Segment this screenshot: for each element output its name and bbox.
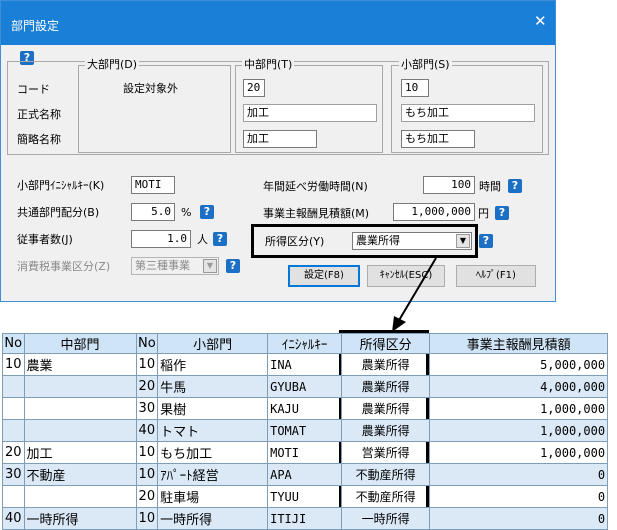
header-no[interactable]: No	[2, 333, 25, 354]
cell-owner-reward: 5,000,000	[429, 353, 609, 376]
header-shobumon[interactable]: 小部門	[157, 333, 269, 354]
cell-income-class: 不動産所得	[341, 463, 431, 486]
cell-no: 30	[2, 463, 25, 486]
cell-no	[2, 485, 25, 508]
cell-no: 20	[2, 441, 25, 464]
cell-income-class: 農業所得	[341, 353, 431, 376]
cell-sub-no: 30	[135, 397, 159, 420]
cell-owner-reward: 4,000,000	[429, 375, 609, 398]
cell-no	[2, 375, 25, 398]
table-row[interactable]: 30 果樹 KAJU 農業所得 1,000,000	[2, 397, 609, 420]
table-row[interactable]: 30 不動産 10 ｱﾊﾟｰﾄ経営 APA 不動産所得 0	[2, 463, 609, 486]
cell-no: 40	[2, 507, 25, 530]
cell-owner-reward: 0	[429, 485, 609, 508]
cell-chubumon	[23, 375, 137, 398]
cell-shobumon: 牛馬	[157, 375, 269, 398]
table-row[interactable]: 20 加工 10 もち加工 MOTI 営業所得 1,000,000	[2, 441, 609, 464]
cell-sub-no: 20	[135, 485, 159, 508]
cell-chubumon: 不動産	[23, 463, 137, 486]
cell-no: 10	[2, 353, 25, 376]
table-row[interactable]: 20 牛馬 GYUBA 農業所得 4,000,000	[2, 375, 609, 398]
header-income-class[interactable]: 所得区分	[341, 333, 431, 354]
cell-chubumon: 加工	[23, 441, 137, 464]
cell-income-class: 一時所得	[341, 507, 431, 530]
cell-sub-no: 10	[135, 507, 159, 530]
header-initial[interactable]: ｲﾆｼｬﾙｷｰ	[267, 333, 343, 354]
table-row[interactable]: 10 農業 10 稲作 INA 農業所得 5,000,000	[2, 353, 609, 376]
cell-chubumon	[23, 419, 137, 442]
cell-income-class: 農業所得	[341, 397, 431, 420]
cell-sub-no: 10	[135, 441, 159, 464]
header-chubumon[interactable]: 中部門	[23, 333, 137, 354]
cell-chubumon: 農業	[23, 353, 137, 376]
table-row[interactable]: 20 駐車場 TYUU 不動産所得 0	[2, 485, 609, 508]
cell-initial: MOTI	[267, 441, 343, 464]
cell-income-class: 営業所得	[341, 441, 431, 464]
cell-no	[2, 419, 25, 442]
cell-owner-reward: 1,000,000	[429, 419, 609, 442]
cell-shobumon: ｱﾊﾟｰﾄ経営	[157, 463, 269, 486]
cell-initial: GYUBA	[267, 375, 343, 398]
cell-no	[2, 397, 25, 420]
cell-initial: INA	[267, 353, 343, 376]
department-table: No 中部門 No 小部門 ｲﾆｼｬﾙｷｰ 所得区分 事業主報酬見積額 10 農…	[2, 333, 609, 530]
cell-chubumon	[23, 485, 137, 508]
cell-initial: APA	[267, 463, 343, 486]
cell-initial: TYUU	[267, 485, 343, 508]
cell-owner-reward: 0	[429, 463, 609, 486]
cell-sub-no: 10	[135, 463, 159, 486]
cell-owner-reward: 1,000,000	[429, 397, 609, 420]
table-row[interactable]: 40 一時所得 10 一時所得 ITIJI 一時所得 0	[2, 507, 609, 530]
cell-shobumon: もち加工	[157, 441, 269, 464]
cell-income-class: 不動産所得	[341, 485, 431, 508]
cell-sub-no: 20	[135, 375, 159, 398]
cell-shobumon: 稲作	[157, 353, 269, 376]
cell-shobumon: 一時所得	[157, 507, 269, 530]
cell-owner-reward: 0	[429, 507, 609, 530]
cell-initial: TOMAT	[267, 419, 343, 442]
cell-chubumon: 一時所得	[23, 507, 137, 530]
cell-initial: KAJU	[267, 397, 343, 420]
cell-shobumon: 果樹	[157, 397, 269, 420]
cell-chubumon	[23, 397, 137, 420]
cell-income-class: 農業所得	[341, 419, 431, 442]
cell-sub-no: 10	[135, 353, 159, 376]
cell-income-class: 農業所得	[341, 375, 431, 398]
cell-owner-reward: 1,000,000	[429, 441, 609, 464]
cell-shobumon: トマト	[157, 419, 269, 442]
cell-initial: ITIJI	[267, 507, 343, 530]
header-sub-no[interactable]: No	[135, 333, 159, 354]
table-header-row: No 中部門 No 小部門 ｲﾆｼｬﾙｷｰ 所得区分 事業主報酬見積額	[2, 333, 609, 354]
table-row[interactable]: 40 トマト TOMAT 農業所得 1,000,000	[2, 419, 609, 442]
cell-sub-no: 40	[135, 419, 159, 442]
cell-shobumon: 駐車場	[157, 485, 269, 508]
header-owner-reward[interactable]: 事業主報酬見積額	[429, 333, 609, 354]
